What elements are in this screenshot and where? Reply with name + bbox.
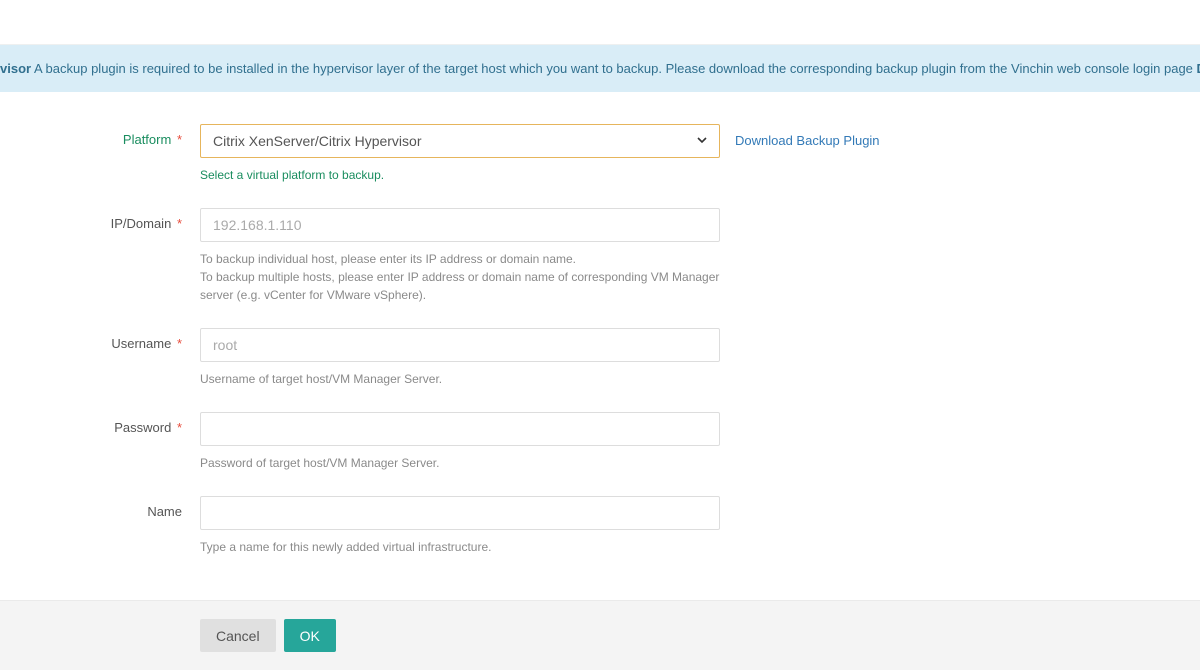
label-platform: Platform * (40, 124, 200, 147)
form-section: Platform * Citrix XenServer/Citrix Hyper… (0, 92, 1200, 600)
label-username: Username * (40, 328, 200, 351)
name-input[interactable] (200, 496, 720, 530)
label-ip: IP/Domain * (40, 208, 200, 231)
name-help: Type a name for this newly added virtual… (200, 538, 720, 556)
label-password: Password * (40, 412, 200, 435)
alert-prefix-bold: visor (0, 61, 31, 76)
username-help: Username of target host/VM Manager Serve… (200, 370, 720, 388)
password-help: Password of target host/VM Manager Serve… (200, 454, 720, 472)
label-name: Name (40, 496, 200, 519)
row-username: Username * Username of target host/VM Ma… (40, 328, 1160, 388)
download-plugin-link[interactable]: Download Backup Plugin (735, 133, 880, 148)
ip-help-1: To backup individual host, please enter … (200, 250, 720, 268)
required-mark: * (177, 132, 182, 147)
password-input[interactable] (200, 412, 720, 446)
alert-text: A backup plugin is required to be instal… (31, 61, 1196, 76)
required-mark: * (177, 420, 182, 435)
username-input[interactable] (200, 328, 720, 362)
row-platform: Platform * Citrix XenServer/Citrix Hyper… (40, 124, 1160, 184)
row-name: Name Type a name for this newly added vi… (40, 496, 1160, 556)
top-spacer (0, 0, 1200, 45)
required-mark: * (177, 216, 182, 231)
required-mark: * (177, 336, 182, 351)
row-password: Password * Password of target host/VM Ma… (40, 412, 1160, 472)
row-ip: IP/Domain * To backup individual host, p… (40, 208, 1160, 304)
platform-select-value: Citrix XenServer/Citrix Hypervisor (213, 133, 421, 149)
alert-suffix-bold: Do (1197, 61, 1200, 76)
ip-input[interactable] (200, 208, 720, 242)
ok-button[interactable]: OK (284, 619, 336, 652)
platform-select[interactable]: Citrix XenServer/Citrix Hypervisor (200, 124, 720, 158)
cancel-button[interactable]: Cancel (200, 619, 276, 652)
platform-help: Select a virtual platform to backup. (200, 166, 720, 184)
footer-section: Cancel OK (0, 600, 1200, 670)
ip-help-2: To backup multiple hosts, please enter I… (200, 268, 720, 304)
alert-banner: visor A backup plugin is required to be … (0, 45, 1200, 92)
chevron-down-icon (697, 134, 707, 148)
